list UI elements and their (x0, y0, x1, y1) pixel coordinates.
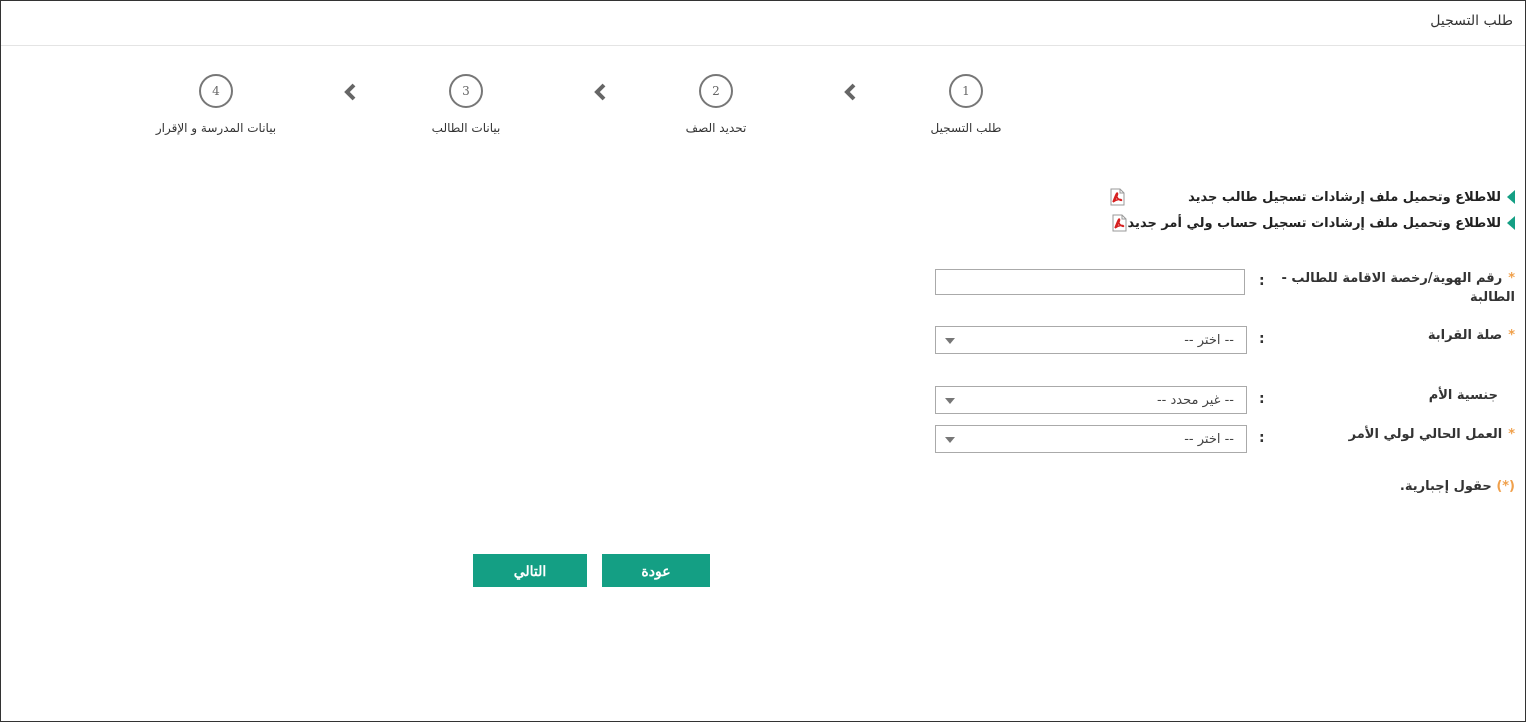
chevron-left-icon (844, 83, 856, 101)
wizard-step-3[interactable]: 3 بيانات الطالب (366, 74, 566, 135)
required-fields-note: (*) حقول إجبارية. (1399, 479, 1515, 494)
page-header: طلب التسجيل (1, 1, 1525, 46)
relation-select[interactable]: -- اختر -- (935, 326, 1247, 354)
new-guardian-guide-link[interactable]: للاطلاع وتحميل ملف إرشادات تسجيل حساب ول… (1110, 213, 1515, 233)
page-title: طلب التسجيل (1430, 13, 1513, 29)
bullet-triangle-icon (1507, 190, 1515, 204)
mother-nationality-select[interactable]: -- غير محدد -- (935, 386, 1247, 414)
step-number: 2 (699, 74, 733, 108)
step-number: 3 (449, 74, 483, 108)
step-label: طلب التسجيل (930, 121, 1002, 135)
dropdown-arrow-icon (945, 338, 955, 344)
dropdown-arrow-icon (945, 398, 955, 404)
chevron-left-icon (344, 83, 356, 101)
step-label: تحديد الصف (685, 121, 747, 135)
id-number-label: *رقم الهوية/رخصة الاقامة للطالب - الطالب… (1281, 271, 1515, 305)
step-label: بيانات الطالب (431, 121, 501, 135)
link-text: للاطلاع وتحميل ملف إرشادات تسجيل طالب جد… (1188, 189, 1501, 205)
next-button[interactable]: التالي (473, 554, 587, 587)
required-star: * (1508, 328, 1515, 343)
pdf-icon[interactable] (1110, 214, 1128, 232)
colon: : (1259, 331, 1265, 347)
selected-value: -- غير محدد -- (1156, 393, 1234, 408)
guardian-job-label: *العمل الحالي لولي الأمر (1348, 427, 1515, 442)
required-star: * (1508, 271, 1515, 286)
wizard-step-2[interactable]: 2 تحديد الصف (616, 74, 816, 135)
new-student-guide-link[interactable]: للاطلاع وتحميل ملف إرشادات تسجيل طالب جد… (1108, 187, 1515, 207)
dropdown-arrow-icon (945, 437, 955, 443)
colon: : (1259, 430, 1265, 446)
step-number: 4 (199, 74, 233, 108)
back-button[interactable]: عودة (602, 554, 710, 587)
chevron-left-icon (594, 83, 606, 101)
selected-value: -- اختر -- (1184, 432, 1234, 447)
wizard-step-4[interactable]: 4 بيانات المدرسة و الإقرار (116, 74, 316, 135)
id-number-input[interactable] (935, 269, 1245, 295)
step-label: بيانات المدرسة و الإقرار (155, 121, 277, 135)
bullet-triangle-icon (1507, 216, 1515, 230)
colon: : (1259, 273, 1265, 289)
link-text: للاطلاع وتحميل ملف إرشادات تسجيل حساب ول… (1127, 215, 1501, 231)
relation-label: *صلة القرابة (1427, 328, 1515, 343)
colon: : (1259, 391, 1265, 407)
step-number: 1 (949, 74, 983, 108)
pdf-icon[interactable] (1108, 188, 1126, 206)
guardian-job-select[interactable]: -- اختر -- (935, 425, 1247, 453)
wizard-step-1[interactable]: 1 طلب التسجيل (866, 74, 1066, 135)
selected-value: -- اختر -- (1184, 333, 1234, 348)
required-star: * (1508, 427, 1515, 442)
page-frame: طلب التسجيل 1 طلب التسجيل 2 تحديد الصف 3… (0, 0, 1526, 722)
mother-nationality-label: جنسية الأم (1428, 388, 1498, 403)
